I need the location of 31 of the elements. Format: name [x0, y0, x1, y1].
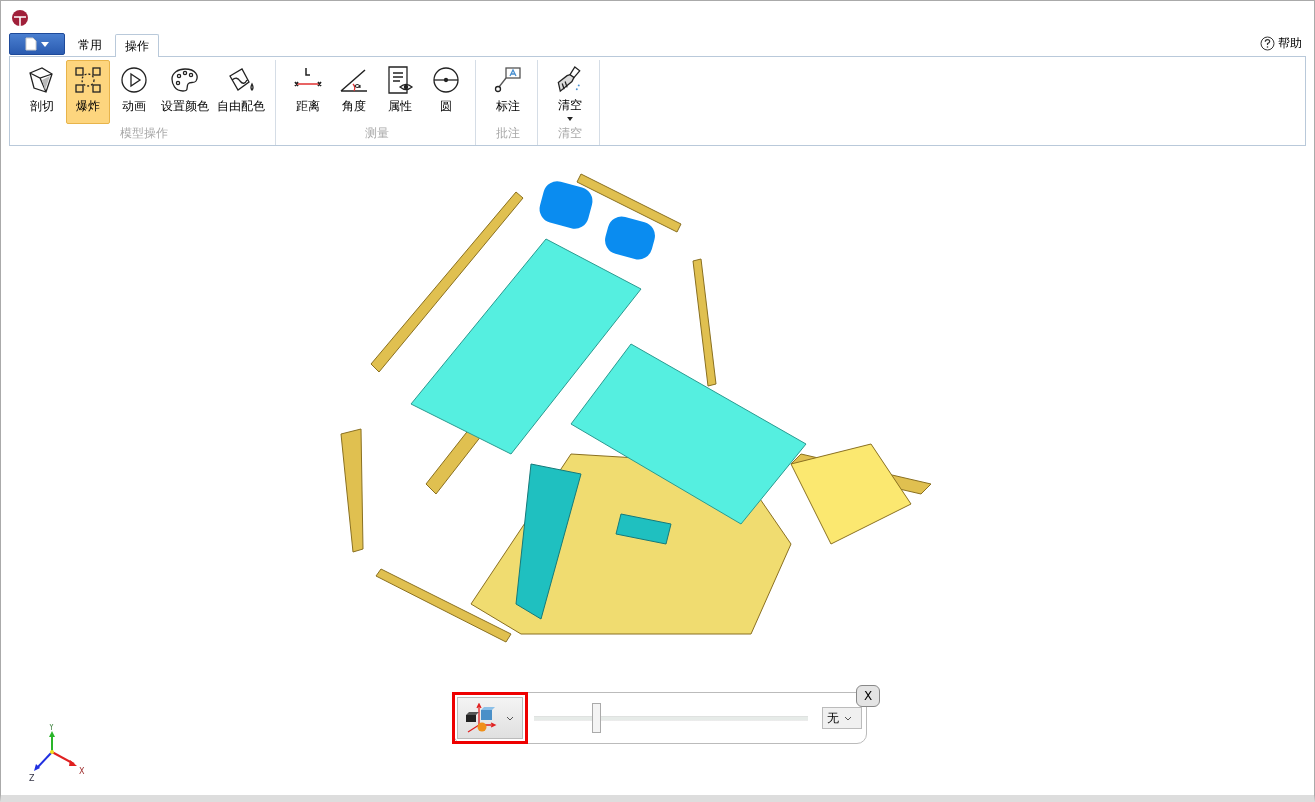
ribbon-tab[interactable]: 常用 [68, 33, 112, 56]
ribbon-tool-button[interactable]: 动画 [112, 60, 156, 124]
chevron-icon [506, 715, 514, 721]
ribbon-tab[interactable]: 操作 [115, 34, 159, 57]
logo-icon [11, 9, 29, 27]
ribbon-tool-button[interactable]: 属性 [378, 60, 422, 124]
ribbon-tool-button[interactable]: 设置颜色 [158, 60, 212, 124]
group-label: 批注 [496, 125, 520, 142]
ribbon-tool-button[interactable]: 自由配色 [214, 60, 268, 124]
ribbon-tool-button[interactable]: 标注 [486, 60, 530, 124]
group-label: 清空 [558, 125, 582, 142]
slider-thumb[interactable] [592, 703, 601, 733]
group-label: 测量 [365, 125, 389, 142]
ribbon-tool-button[interactable]: 角度 [332, 60, 376, 124]
explode-icon [72, 64, 104, 96]
ribbon-tool-button[interactable]: 距离 [286, 60, 330, 124]
help-icon [1260, 36, 1275, 51]
axis-triad-drawing: Y Z X [25, 724, 85, 784]
explode-type-select[interactable]: 无 [822, 707, 862, 729]
chevron-icon [844, 715, 852, 721]
ribbon-tool-button[interactable]: 剖切 [20, 60, 64, 124]
ribbon-tool-button[interactable]: 圆 [424, 60, 468, 124]
circle-icon [430, 64, 462, 96]
document-caret-icon [24, 37, 50, 51]
play-icon [118, 64, 150, 96]
help-button[interactable]: 帮助 [1260, 35, 1314, 56]
ribbon-tool-button[interactable]: 清空 [548, 60, 592, 124]
ribbon-tool-button[interactable]: 爆炸 [66, 60, 110, 124]
file-menu-button[interactable] [9, 33, 65, 55]
close-button[interactable]: X [856, 685, 880, 707]
group-label: 模型操作 [120, 125, 168, 142]
